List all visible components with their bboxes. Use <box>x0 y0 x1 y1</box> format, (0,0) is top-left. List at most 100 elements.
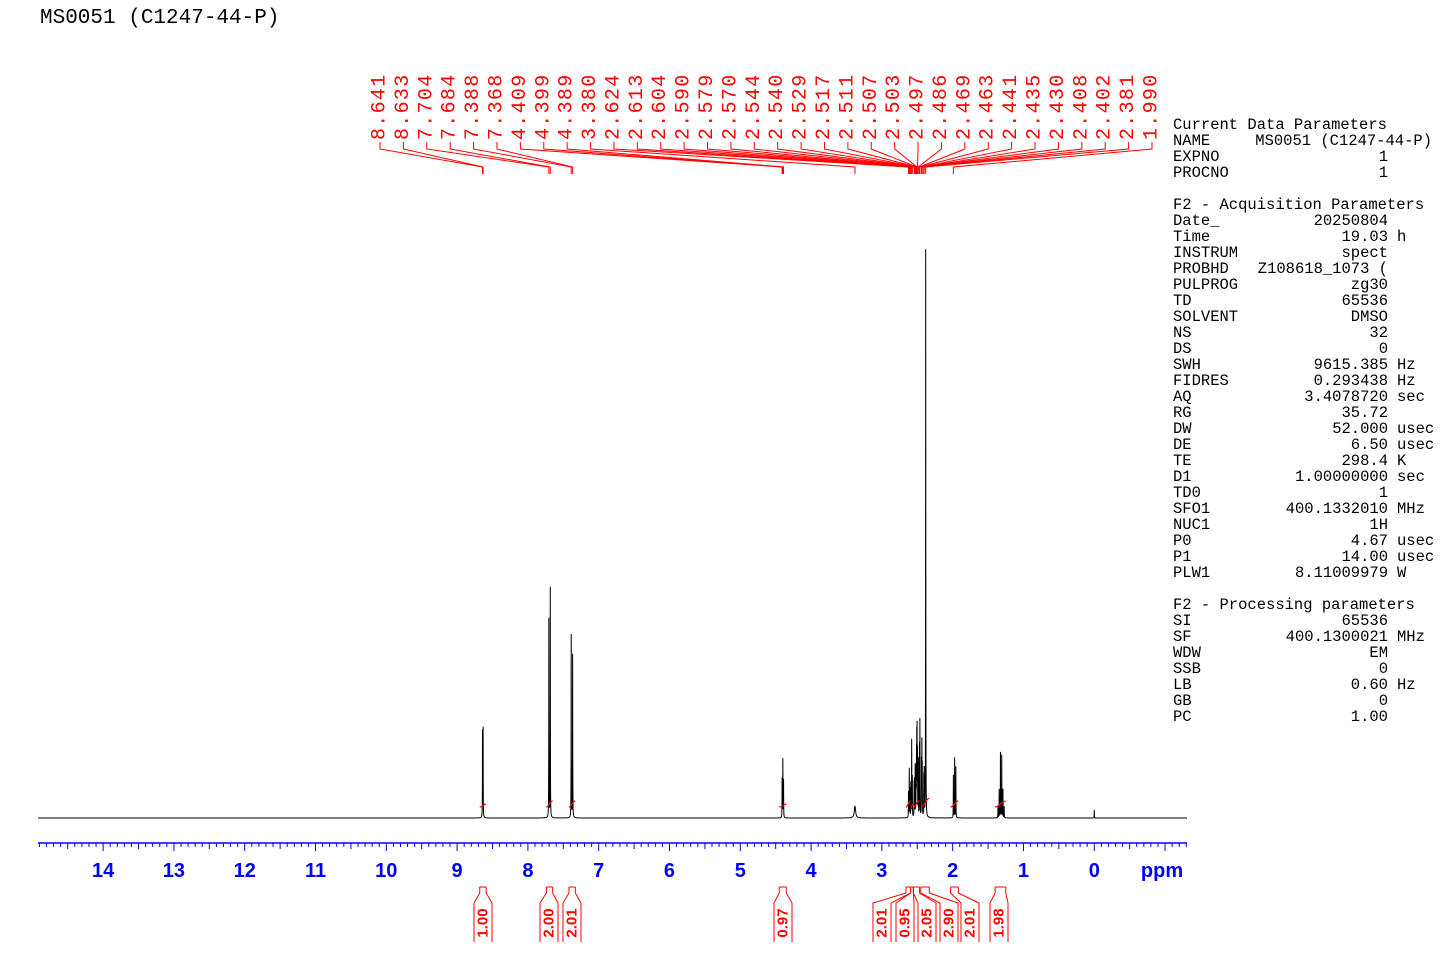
peak-label: 2.469 <box>953 73 976 140</box>
param-unit: MHz <box>1397 628 1425 646</box>
peak-label: 1.990 <box>1141 73 1164 140</box>
integral-label: 2.90 <box>941 908 958 937</box>
x-tick-label: 3 <box>876 860 887 882</box>
current-params-rows: NAME MS0051 (C1247-44-P) EXPNO 1 PROCNO 1 <box>1173 133 1438 181</box>
x-tick-label: 0 <box>1089 860 1100 882</box>
peak-label: 2.507 <box>860 73 883 140</box>
x-tick-label: 10 <box>375 860 397 882</box>
peak-label-connector <box>925 142 1130 174</box>
param-row: AQ 3.4078720 sec <box>1173 389 1438 405</box>
param-row: WDW EM <box>1173 645 1438 661</box>
peak-label: 4.389 <box>556 73 579 140</box>
param-unit: sec <box>1397 388 1425 406</box>
param-row: DW 52.000 usec <box>1173 421 1438 437</box>
peak-label: 2.570 <box>719 73 742 140</box>
param-row: PC 1.00 <box>1173 709 1438 725</box>
peak-label: 4.399 <box>532 73 555 140</box>
param-row: PLW1 8.11009979 W <box>1173 565 1438 581</box>
x-tick-label: 12 <box>234 860 256 882</box>
current-data-parameters: Current Data Parameters NAME MS0051 (C124… <box>1173 117 1438 181</box>
param-row: LB 0.60 Hz <box>1173 677 1438 693</box>
param-value: 20250804 <box>1313 212 1388 230</box>
param-row: PROCNO 1 <box>1173 165 1438 181</box>
x-axis: 14 13 12 11 10 9 8 7 6 5 4 3 2 1 0 ppm <box>38 842 1187 882</box>
param-value: 8.11009979 <box>1294 564 1388 582</box>
x-tick-label: 9 <box>452 860 463 882</box>
param-row: FIDRES 0.293438 Hz <box>1173 373 1438 389</box>
x-tick-label: 11 <box>305 860 326 882</box>
current-params-heading: Current Data Parameters <box>1173 116 1387 134</box>
param-value: 9615.385 <box>1313 356 1388 374</box>
peak-label-connector <box>402 142 484 174</box>
param-row: TE 298.4 K <box>1173 453 1438 469</box>
param-row: NUC1 1H <box>1173 517 1438 533</box>
peak-label: 2.540 <box>766 73 789 140</box>
param-row: SOLVENT DMSO <box>1173 309 1438 325</box>
x-tick-label: 8 <box>522 860 533 882</box>
peak-label-connector <box>952 142 1153 174</box>
param-unit: Hz <box>1397 372 1416 390</box>
param-row: NS 32 <box>1173 325 1438 341</box>
param-row: P0 4.67 usec <box>1173 533 1438 549</box>
integral-label: 2.01 <box>874 908 891 937</box>
param-value: 3.4078720 <box>1304 388 1388 406</box>
param-value: 1 <box>1378 164 1388 182</box>
spectrum-layer <box>38 249 1187 819</box>
param-row: P1 14.00 usec <box>1173 549 1438 565</box>
x-tick-label: 4 <box>806 860 818 882</box>
param-unit: usec <box>1397 532 1435 550</box>
param-value: 14.00 <box>1341 548 1388 566</box>
peak-label: 2.511 <box>836 73 859 140</box>
param-row: SF 400.1300021 MHz <box>1173 629 1438 645</box>
peak-label-connector <box>543 142 784 174</box>
integral-label-layer: 1.00 2.00 2.01 0.97 2.01 0.95 2.05 2.90 2.01 1.98 <box>473 886 1009 942</box>
peak-label: 2.463 <box>977 73 1000 140</box>
x-tick-label: 14 <box>92 860 115 882</box>
param-row: Date_ 20250804 <box>1173 213 1438 229</box>
integral-label: 2.05 <box>919 908 936 937</box>
param-row: PROBHD Z108618_1073 ( <box>1173 261 1438 277</box>
peak-label: 7.388 <box>462 73 485 140</box>
param-row: DS 0 <box>1173 341 1438 357</box>
peak-label-connector <box>379 142 484 174</box>
integral-label: 0.97 <box>775 908 792 937</box>
param-row: GB 0 <box>1173 693 1438 709</box>
acquisition-parameters: F2 - Acquisition Parameters Date_ 2025080… <box>1173 197 1438 581</box>
spectrum-line <box>38 249 1187 819</box>
peak-label-connector <box>590 142 856 174</box>
peak-label: 7.704 <box>415 73 438 140</box>
peak-label-connector <box>918 142 966 174</box>
param-value: MS0051 (C1247-44-P) <box>1255 132 1432 150</box>
x-tick-label: 1 <box>1018 860 1029 882</box>
peak-label: 2.497 <box>907 73 930 140</box>
parameter-panel: Current Data Parameters NAME MS0051 (C124… <box>1173 117 1438 725</box>
param-value: 400.1332010 <box>1285 500 1388 518</box>
param-unit: usec <box>1397 436 1435 454</box>
acquisition-params-heading: F2 - Acquisition Parameters <box>1173 196 1425 214</box>
peak-label: 2.503 <box>883 73 906 140</box>
peak-label: 2.430 <box>1047 73 1070 140</box>
peak-label-connector <box>920 142 1013 174</box>
param-row: SFO1 400.1332010 MHz <box>1173 501 1438 517</box>
param-value: 4.67 <box>1350 532 1388 550</box>
param-value: 298.4 <box>1341 452 1388 470</box>
param-row: SWH 9615.385 Hz <box>1173 357 1438 373</box>
peak-label-connector <box>566 142 785 174</box>
param-row: EXPNO 1 <box>1173 149 1438 165</box>
param-value: 400.1300021 <box>1285 628 1388 646</box>
processing-parameters: F2 - Processing parameters SI 65536 SF 400.… <box>1173 597 1438 725</box>
param-row: RG 35.72 <box>1173 405 1438 421</box>
peak-label: 3.380 <box>579 73 602 140</box>
integral-label: 0.95 <box>897 908 914 937</box>
peak-label: 2.613 <box>626 73 649 140</box>
peak-label: 2.435 <box>1024 73 1047 140</box>
peak-label: 2.486 <box>930 73 953 140</box>
param-unit: W <box>1397 564 1407 582</box>
param-value: 1.00 <box>1350 708 1388 726</box>
param-value: spect <box>1341 244 1388 262</box>
param-value: 35.72 <box>1341 404 1388 422</box>
param-unit: MHz <box>1397 500 1425 518</box>
param-row: DE 6.50 usec <box>1173 437 1438 453</box>
peak-label: 7.684 <box>439 73 462 140</box>
peak-label: 2.579 <box>696 73 719 140</box>
